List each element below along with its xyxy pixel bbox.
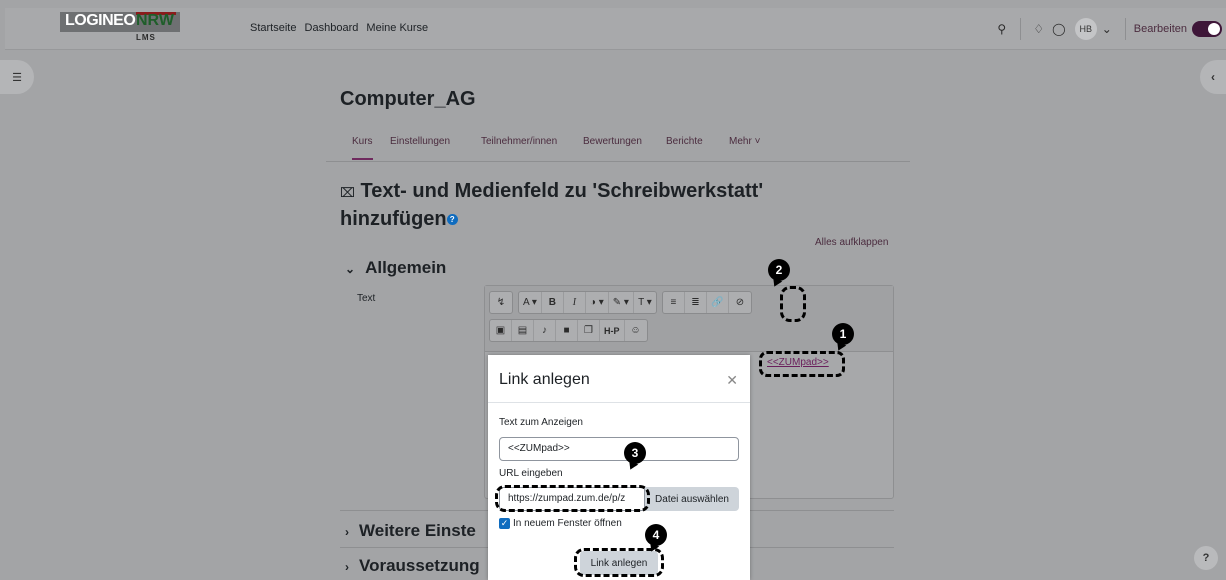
text-color-icon[interactable]: ◑ ▾ [586, 292, 609, 313]
chevron-down-icon: ⌄ [345, 262, 356, 276]
toolbar-group-lists-links: ≡ ≣ 🔗 ⊘ [661, 291, 752, 314]
bell-icon[interactable]: ♢ [1029, 22, 1049, 36]
annotation-highlight-2 [780, 286, 806, 322]
annotation-badge-1: 1 [832, 323, 854, 345]
tab-bewertungen[interactable]: Bewertungen [583, 136, 642, 147]
chevron-right-icon: › [345, 560, 349, 574]
highlight-icon[interactable]: ✎ ▾ [609, 292, 634, 313]
nav-link-meine-kurse[interactable]: Meine Kurse [366, 22, 428, 34]
chevron-right-icon: › [345, 525, 349, 539]
annotation-badge-3: 3 [624, 442, 646, 464]
search-icon[interactable]: ⚲ [992, 22, 1012, 36]
bullet-list-icon[interactable]: ≡ [663, 292, 685, 313]
toolbar-group-format: A ▾ B I ◑ ▾ ✎ ▾ T ▾ [518, 291, 657, 314]
open-new-window-option[interactable]: ✓ In neuem Fenster öffnen [499, 518, 622, 529]
tab-teilnehmer[interactable]: Teilnehmer/innen [481, 136, 557, 147]
navbar: LOGINEO NRW LMS Startseite Dashboard Mei… [5, 8, 1226, 50]
annotation-badge-2: 2 [768, 259, 790, 281]
section-allgemein[interactable]: ⌄ Allgemein [345, 258, 446, 278]
unlink-icon[interactable]: ⊘ [729, 292, 751, 313]
section-weitere-label: Weitere Einste [359, 521, 476, 540]
avatar[interactable]: HB [1074, 18, 1097, 40]
nav-divider [1124, 18, 1126, 40]
numbered-list-icon[interactable]: ≣ [685, 292, 707, 313]
copy-icon[interactable]: ❐ [578, 320, 600, 341]
editor-toolbar: ↯ A ▾ B I ◑ ▾ ✎ ▾ T ▾ ≡ ≣ 🔗 ⊘ ▣ ▤ ♪ ■ ❐ … [485, 286, 893, 352]
emoji-icon[interactable]: ☺ [625, 320, 647, 341]
font-size-icon[interactable]: T ▾ [634, 292, 656, 313]
toolbar-group-media: ▣ ▤ ♪ ■ ❐ H-P ☺ [489, 319, 648, 342]
chevron-down-icon: ˅ [754, 136, 761, 147]
list-icon: ☰ [12, 71, 22, 84]
dialog-title: Link anlegen [499, 371, 590, 388]
h5p-icon[interactable]: H-P [600, 320, 625, 341]
checkbox-checked-icon[interactable]: ✓ [499, 518, 510, 529]
chevron-left-icon: ‹ [1211, 70, 1215, 84]
expand-all-link[interactable]: Alles aufklappen [815, 237, 888, 248]
dialog-header: Link anlegen ✕ [488, 355, 750, 403]
chevron-down-icon[interactable]: ⌄ [1097, 22, 1117, 36]
nav-divider [1019, 18, 1021, 40]
section-allgemein-label: Allgemein [365, 258, 447, 277]
tab-berichte[interactable]: Berichte [666, 136, 703, 147]
logo-text-nrw: NRW [136, 12, 174, 29]
chat-icon[interactable]: ◯ [1049, 22, 1069, 36]
close-icon[interactable]: ✕ [726, 372, 738, 389]
create-link-dialog: Link anlegen ✕ Text zum Anzeigen <<ZUMpa… [488, 355, 750, 580]
help-icon[interactable]: ? [446, 214, 458, 226]
nav-link-startseite[interactable]: Startseite [250, 22, 296, 34]
annotation-highlight-1 [759, 351, 845, 377]
primary-nav: Startseite Dashboard Meine Kurse [250, 22, 433, 34]
italic-icon[interactable]: I [564, 292, 586, 313]
choose-file-button[interactable]: Datei auswählen [645, 487, 739, 511]
tab-mehr[interactable]: Mehr ˅ [729, 136, 760, 147]
tab-mehr-label: Mehr [729, 136, 752, 147]
paragraph-style-icon[interactable]: A ▾ [519, 292, 542, 313]
section-voraussetzung-label: Voraussetzung [359, 556, 480, 575]
annotation-highlight-4 [574, 548, 664, 577]
course-tabs: Kurs Einstellungen Teilnehmer/innen Bewe… [326, 127, 910, 162]
logo-text-logineo: LOGINEO [65, 12, 136, 29]
link-icon[interactable]: 🔗 [707, 292, 729, 313]
page-title: ⌧ Text- und Medienfeld zu 'Schreibwerkst… [340, 178, 860, 233]
nav-right-tools: ⚲ ♢ ◯ HB ⌄ Bearbeiten [992, 16, 1226, 42]
url-label: URL eingeben [499, 468, 563, 479]
tab-kurs[interactable]: Kurs [352, 136, 373, 160]
display-text-input[interactable]: <<ZUMpad>> [499, 437, 739, 461]
help-button[interactable]: ? [1194, 546, 1218, 570]
text-field-label: Text [357, 293, 376, 304]
edit-mode-toggle[interactable] [1192, 21, 1222, 37]
edit-mode-label: Bearbeiten [1133, 23, 1187, 35]
course-index-toggle[interactable]: ☰ [0, 60, 34, 94]
logo-text-lms: LMS [136, 33, 156, 42]
course-title: Computer_AG [340, 88, 476, 110]
annotation-badge-4: 4 [645, 524, 667, 546]
section-weitere-einstellungen[interactable]: › Weitere Einste [345, 521, 476, 541]
page-title-line1: Text- und Medienfeld zu 'Schreibwerkstat… [360, 180, 764, 202]
video-icon[interactable]: ■ [556, 320, 578, 341]
annotation-highlight-3 [495, 485, 650, 512]
bold-icon[interactable]: B [542, 292, 564, 313]
toolbar-group-collapse: ↯ [489, 291, 513, 314]
section-voraussetzungen[interactable]: › Voraussetzung [345, 556, 480, 576]
block-drawer-toggle[interactable]: ‹ [1200, 60, 1226, 94]
page-type-icon: ⌧ [340, 185, 355, 200]
tab-einstellungen[interactable]: Einstellungen [390, 136, 450, 147]
microphone-icon[interactable]: ♪ [534, 320, 556, 341]
open-new-window-label: In neuem Fenster öffnen [513, 518, 622, 529]
nav-link-dashboard[interactable]: Dashboard [305, 22, 359, 34]
media-icon[interactable]: ▤ [512, 320, 534, 341]
page-title-line2: hinzufügen [340, 208, 447, 230]
collapse-toolbar-icon[interactable]: ↯ [490, 292, 512, 313]
display-text-label: Text zum Anzeigen [499, 417, 583, 428]
image-icon[interactable]: ▣ [490, 320, 512, 341]
